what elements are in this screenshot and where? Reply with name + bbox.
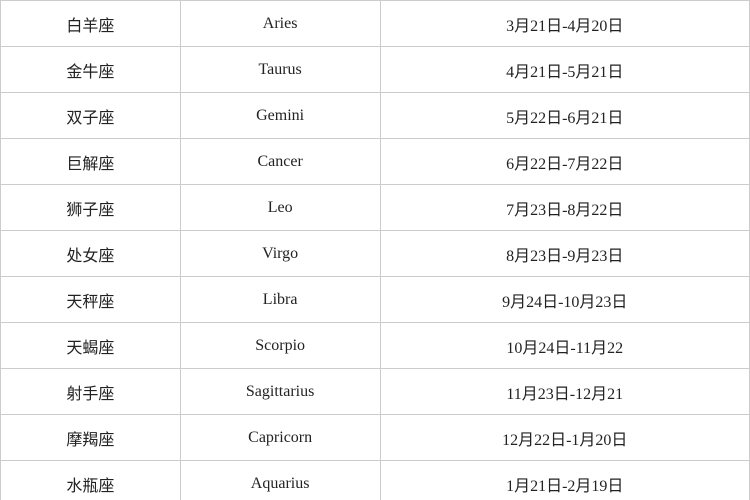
zodiac-dates: 1月21日-2月19日 bbox=[380, 461, 749, 500]
zodiac-dates: 11月23日-12月21 bbox=[380, 369, 749, 415]
zodiac-dates: 3月21日-4月20日 bbox=[380, 1, 749, 47]
table-row: 天秤座Libra9月24日-10月23日 bbox=[1, 277, 750, 323]
zodiac-dates: 4月21日-5月21日 bbox=[380, 47, 749, 93]
table-row: 白羊座Aries3月21日-4月20日 bbox=[1, 1, 750, 47]
zodiac-english: Scorpio bbox=[180, 323, 380, 369]
table-row: 巨解座Cancer6月22日-7月22日 bbox=[1, 139, 750, 185]
zodiac-chinese: 处女座 bbox=[1, 231, 181, 277]
zodiac-english: Libra bbox=[180, 277, 380, 323]
zodiac-chinese: 射手座 bbox=[1, 369, 181, 415]
zodiac-english: Sagittarius bbox=[180, 369, 380, 415]
zodiac-chinese: 摩羯座 bbox=[1, 415, 181, 461]
zodiac-chinese: 天秤座 bbox=[1, 277, 181, 323]
table-row: 水瓶座Aquarius1月21日-2月19日 bbox=[1, 461, 750, 500]
zodiac-dates: 6月22日-7月22日 bbox=[380, 139, 749, 185]
zodiac-chinese: 金牛座 bbox=[1, 47, 181, 93]
zodiac-english: Gemini bbox=[180, 93, 380, 139]
zodiac-dates: 12月22日-1月20日 bbox=[380, 415, 749, 461]
zodiac-english: Taurus bbox=[180, 47, 380, 93]
zodiac-dates: 8月23日-9月23日 bbox=[380, 231, 749, 277]
zodiac-english: Leo bbox=[180, 185, 380, 231]
zodiac-table: 白羊座Aries3月21日-4月20日金牛座Taurus4月21日-5月21日双… bbox=[0, 0, 750, 500]
zodiac-english: Capricorn bbox=[180, 415, 380, 461]
zodiac-table-container: 白羊座Aries3月21日-4月20日金牛座Taurus4月21日-5月21日双… bbox=[0, 0, 750, 500]
zodiac-dates: 7月23日-8月22日 bbox=[380, 185, 749, 231]
zodiac-english: Cancer bbox=[180, 139, 380, 185]
table-row: 射手座Sagittarius11月23日-12月21 bbox=[1, 369, 750, 415]
zodiac-dates: 5月22日-6月21日 bbox=[380, 93, 749, 139]
table-row: 处女座Virgo8月23日-9月23日 bbox=[1, 231, 750, 277]
zodiac-chinese: 水瓶座 bbox=[1, 461, 181, 500]
zodiac-english: Aquarius bbox=[180, 461, 380, 500]
zodiac-chinese: 狮子座 bbox=[1, 185, 181, 231]
table-row: 狮子座Leo7月23日-8月22日 bbox=[1, 185, 750, 231]
table-row: 金牛座Taurus4月21日-5月21日 bbox=[1, 47, 750, 93]
zodiac-english: Virgo bbox=[180, 231, 380, 277]
table-row: 双子座Gemini5月22日-6月21日 bbox=[1, 93, 750, 139]
table-row: 摩羯座Capricorn12月22日-1月20日 bbox=[1, 415, 750, 461]
zodiac-dates: 9月24日-10月23日 bbox=[380, 277, 749, 323]
zodiac-chinese: 双子座 bbox=[1, 93, 181, 139]
zodiac-english: Aries bbox=[180, 1, 380, 47]
zodiac-chinese: 巨解座 bbox=[1, 139, 181, 185]
zodiac-chinese: 天蝎座 bbox=[1, 323, 181, 369]
table-row: 天蝎座Scorpio10月24日-11月22 bbox=[1, 323, 750, 369]
zodiac-dates: 10月24日-11月22 bbox=[380, 323, 749, 369]
zodiac-chinese: 白羊座 bbox=[1, 1, 181, 47]
